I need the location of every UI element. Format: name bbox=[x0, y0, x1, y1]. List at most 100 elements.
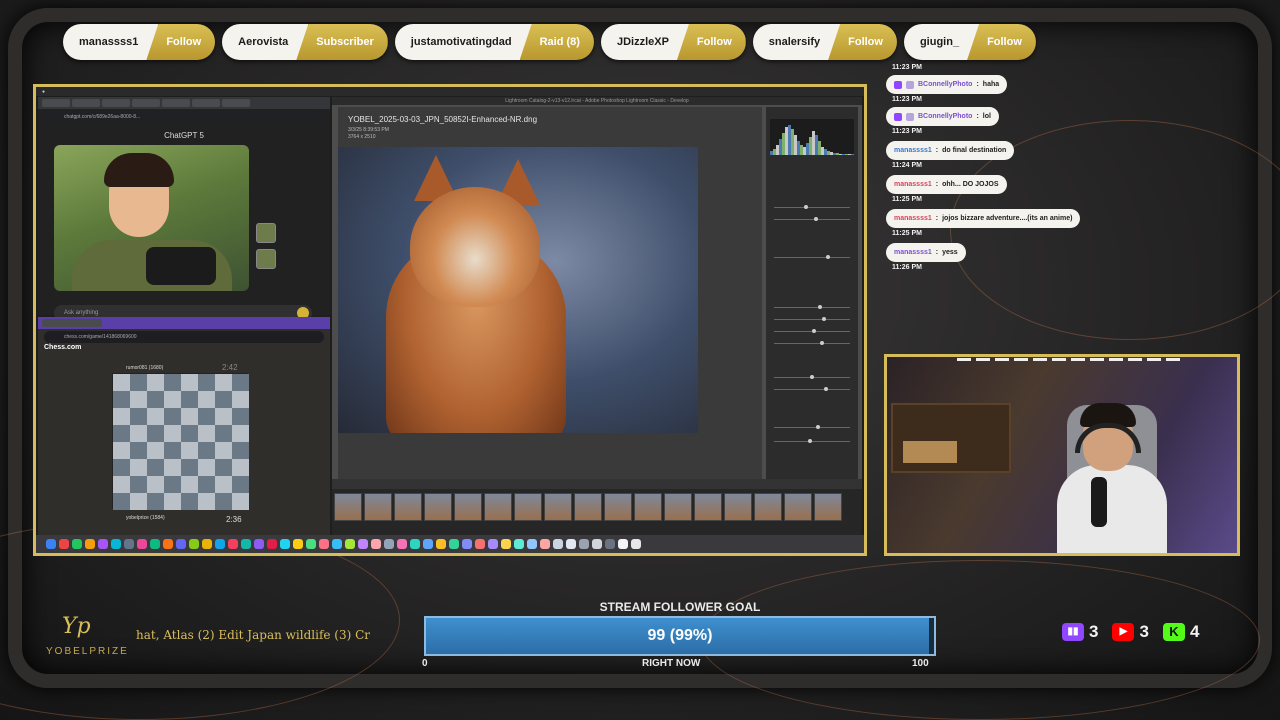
dock-app-icon[interactable] bbox=[423, 539, 433, 549]
filmstrip-thumbnail[interactable] bbox=[574, 493, 602, 521]
board-square[interactable] bbox=[147, 374, 164, 391]
dock-app-icon[interactable] bbox=[228, 539, 238, 549]
dock-app-icon[interactable] bbox=[319, 539, 329, 549]
board-square[interactable] bbox=[130, 442, 147, 459]
filmstrip-thumbnail[interactable] bbox=[334, 493, 362, 521]
browser-tab[interactable] bbox=[222, 99, 250, 107]
board-square[interactable] bbox=[215, 391, 232, 408]
board-square[interactable] bbox=[215, 442, 232, 459]
dock-app-icon[interactable] bbox=[449, 539, 459, 549]
dock-app-icon[interactable] bbox=[618, 539, 628, 549]
browser-tab[interactable] bbox=[72, 99, 100, 107]
board-square[interactable] bbox=[113, 374, 130, 391]
dock-app-icon[interactable] bbox=[345, 539, 355, 549]
board-square[interactable] bbox=[147, 459, 164, 476]
board-square[interactable] bbox=[232, 425, 249, 442]
image-thumbnail[interactable] bbox=[256, 223, 276, 243]
dock-app-icon[interactable] bbox=[85, 539, 95, 549]
board-square[interactable] bbox=[164, 374, 181, 391]
board-square[interactable] bbox=[181, 391, 198, 408]
board-square[interactable] bbox=[113, 391, 130, 408]
filmstrip-thumbnail[interactable] bbox=[784, 493, 812, 521]
dock-app-icon[interactable] bbox=[566, 539, 576, 549]
dock-app-icon[interactable] bbox=[72, 539, 82, 549]
board-square[interactable] bbox=[198, 391, 215, 408]
board-square[interactable] bbox=[232, 408, 249, 425]
image-thumbnail[interactable] bbox=[256, 249, 276, 269]
dock-app-icon[interactable] bbox=[540, 539, 550, 549]
dock-app-icon[interactable] bbox=[59, 539, 69, 549]
filmstrip-thumbnail[interactable] bbox=[514, 493, 542, 521]
dock-app-icon[interactable] bbox=[332, 539, 342, 549]
slider[interactable] bbox=[774, 439, 850, 443]
dock-app-icon[interactable] bbox=[189, 539, 199, 549]
filmstrip-thumbnail[interactable] bbox=[604, 493, 632, 521]
dock-app-icon[interactable] bbox=[410, 539, 420, 549]
slider[interactable] bbox=[774, 425, 850, 429]
slider[interactable] bbox=[774, 205, 850, 209]
dock-app-icon[interactable] bbox=[241, 539, 251, 549]
board-square[interactable] bbox=[164, 493, 181, 510]
board-square[interactable] bbox=[130, 408, 147, 425]
board-square[interactable] bbox=[198, 476, 215, 493]
dock-app-icon[interactable] bbox=[501, 539, 511, 549]
dock-app-icon[interactable] bbox=[579, 539, 589, 549]
board-square[interactable] bbox=[164, 442, 181, 459]
board-square[interactable] bbox=[147, 476, 164, 493]
filmstrip-thumbnail[interactable] bbox=[664, 493, 692, 521]
apple-icon[interactable]: ● bbox=[42, 89, 45, 95]
board-square[interactable] bbox=[215, 493, 232, 510]
board-square[interactable] bbox=[181, 374, 198, 391]
slider[interactable] bbox=[774, 387, 850, 391]
dock-app-icon[interactable] bbox=[202, 539, 212, 549]
dock-app-icon[interactable] bbox=[176, 539, 186, 549]
board-square[interactable] bbox=[198, 493, 215, 510]
board-square[interactable] bbox=[198, 442, 215, 459]
board-square[interactable] bbox=[215, 374, 232, 391]
board-square[interactable] bbox=[147, 408, 164, 425]
slider[interactable] bbox=[774, 329, 850, 333]
browser-tab[interactable] bbox=[42, 99, 70, 107]
filmstrip-thumbnail[interactable] bbox=[724, 493, 752, 521]
board-square[interactable] bbox=[164, 391, 181, 408]
dock-app-icon[interactable] bbox=[163, 539, 173, 549]
dock-app-icon[interactable] bbox=[150, 539, 160, 549]
filmstrip-thumbnail[interactable] bbox=[364, 493, 392, 521]
slider[interactable] bbox=[774, 217, 850, 221]
board-square[interactable] bbox=[164, 459, 181, 476]
dock-app-icon[interactable] bbox=[488, 539, 498, 549]
dock-app-icon[interactable] bbox=[462, 539, 472, 549]
browser-tab[interactable] bbox=[102, 99, 130, 107]
browser-tab[interactable] bbox=[132, 99, 160, 107]
dock-app-icon[interactable] bbox=[527, 539, 537, 549]
board-square[interactable] bbox=[147, 425, 164, 442]
filmstrip-thumbnail[interactable] bbox=[424, 493, 452, 521]
board-square[interactable] bbox=[147, 493, 164, 510]
dock-app-icon[interactable] bbox=[631, 539, 641, 549]
board-square[interactable] bbox=[113, 476, 130, 493]
address-bar[interactable]: chatgpt.com/c/689e26aa-8000-8... bbox=[44, 111, 324, 123]
board-square[interactable] bbox=[130, 391, 147, 408]
board-square[interactable] bbox=[215, 476, 232, 493]
slider[interactable] bbox=[774, 317, 850, 321]
board-square[interactable] bbox=[130, 493, 147, 510]
board-square[interactable] bbox=[215, 408, 232, 425]
dock-app-icon[interactable] bbox=[371, 539, 381, 549]
filmstrip-thumbnail[interactable] bbox=[814, 493, 842, 521]
dock-app-icon[interactable] bbox=[293, 539, 303, 549]
filmstrip-thumbnail[interactable] bbox=[544, 493, 572, 521]
board-square[interactable] bbox=[181, 442, 198, 459]
board-square[interactable] bbox=[164, 408, 181, 425]
board-square[interactable] bbox=[181, 459, 198, 476]
dock-app-icon[interactable] bbox=[553, 539, 563, 549]
board-square[interactable] bbox=[147, 442, 164, 459]
board-square[interactable] bbox=[113, 459, 130, 476]
board-square[interactable] bbox=[113, 442, 130, 459]
dock-app-icon[interactable] bbox=[514, 539, 524, 549]
chatgpt-model-selector[interactable]: ChatGPT 5 bbox=[38, 131, 330, 140]
board-square[interactable] bbox=[181, 425, 198, 442]
filmstrip-thumbnail[interactable] bbox=[454, 493, 482, 521]
dock-app-icon[interactable] bbox=[397, 539, 407, 549]
board-square[interactable] bbox=[181, 493, 198, 510]
dock-app-icon[interactable] bbox=[98, 539, 108, 549]
